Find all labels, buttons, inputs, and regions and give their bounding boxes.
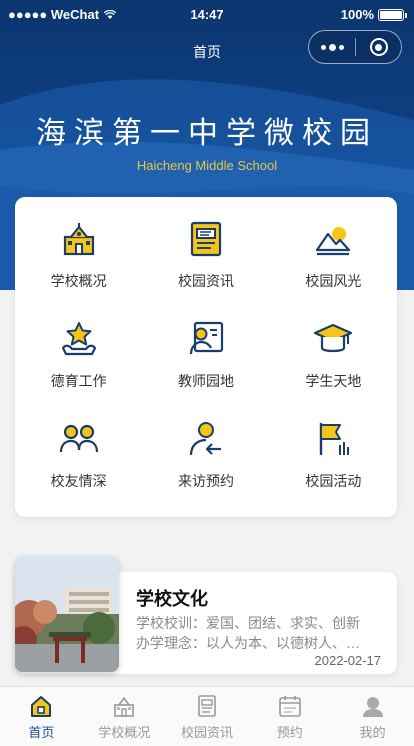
tab-profile[interactable]: 我的 xyxy=(331,687,414,746)
menu-item-label: 教师园地 xyxy=(177,373,234,389)
menu-item-teachers-corner[interactable]: 教师园地 xyxy=(142,319,269,419)
article-date: 2022-02-17 xyxy=(314,653,382,668)
menu-item-label: 德育工作 xyxy=(50,373,107,389)
menu-item-campus-news[interactable]: 校园资讯 xyxy=(142,219,269,319)
tab-label: 预约 xyxy=(276,725,303,740)
campus-photo xyxy=(15,556,119,672)
visitor-icon xyxy=(186,419,226,459)
menu-item-campus-scenery[interactable]: 校园风光 xyxy=(270,219,397,319)
menu-item-label: 校园风光 xyxy=(305,273,362,289)
menu-item-label: 学校概况 xyxy=(50,273,107,289)
more-dot-icon xyxy=(320,44,326,50)
close-miniprogram-button[interactable] xyxy=(356,31,401,63)
battery-percent: 100% xyxy=(340,7,374,22)
calendar-icon xyxy=(277,693,303,719)
target-icon xyxy=(369,38,388,56)
school-culture-card[interactable]: 学校文化 学校校训：爱国、团结、求实、创新 办学理念：以人为本、以德树人、… 2… xyxy=(15,556,397,674)
tab-label: 校园资讯 xyxy=(180,725,233,740)
landscape-icon xyxy=(313,219,353,259)
newspaper-icon xyxy=(194,693,220,719)
article-philosophy: 办学理念：以人为本、以德树人、… xyxy=(136,635,360,651)
status-bar: ●●●●● WeChat 14:47 100% xyxy=(0,0,414,30)
menu-item-student-world[interactable]: 学生天地 xyxy=(270,319,397,419)
tab-label: 学校概况 xyxy=(98,725,151,740)
menu-item-label: 来访预约 xyxy=(177,473,234,489)
feature-menu-card: 学校概况 校园资讯 校园风光 德育工作 教师园地 学生天地 校友情深 来访预约 … xyxy=(15,197,397,517)
more-dot-icon xyxy=(328,43,336,51)
tab-home[interactable]: 首页 xyxy=(0,687,83,746)
flag-icon xyxy=(313,419,353,459)
menu-item-label: 校园活动 xyxy=(305,473,362,489)
newspaper-icon xyxy=(186,219,226,259)
battery-icon xyxy=(378,8,407,21)
graduation-cap-icon xyxy=(313,319,353,359)
menu-item-moral-education[interactable]: 德育工作 xyxy=(15,319,142,419)
school-building-icon xyxy=(59,219,99,259)
home-icon xyxy=(28,693,54,719)
school-name-en: Haicheng Middle School xyxy=(136,158,278,173)
tab-label: 首页 xyxy=(28,725,55,740)
tab-campus-news[interactable]: 校园资讯 xyxy=(166,687,249,746)
menu-item-label: 校友情深 xyxy=(50,473,107,489)
school-name: 海滨第一中学微校园 xyxy=(36,116,378,151)
menu-item-school-overview[interactable]: 学校概况 xyxy=(15,219,142,319)
menu-item-label: 校园资讯 xyxy=(177,273,234,289)
menu-item-visit-booking[interactable]: 来访预约 xyxy=(142,419,269,519)
alumni-icon xyxy=(59,419,99,459)
tab-school-overview[interactable]: 学校概况 xyxy=(83,687,166,746)
menu-item-alumni[interactable]: 校友情深 xyxy=(15,419,142,519)
article-title: 学校文化 xyxy=(136,589,208,609)
teacher-board-icon xyxy=(186,319,226,359)
user-icon xyxy=(360,693,386,719)
menu-item-campus-activities[interactable]: 校园活动 xyxy=(270,419,397,519)
more-dot-icon xyxy=(338,44,344,50)
battery-status: 100% xyxy=(340,7,407,22)
miniprogram-capsule xyxy=(308,30,402,64)
tab-booking[interactable]: 预约 xyxy=(248,687,331,746)
article-motto: 学校校训：爱国、团结、求实、创新 xyxy=(136,615,360,631)
more-menu-button[interactable] xyxy=(309,31,355,63)
school-building-icon xyxy=(111,693,137,719)
bottom-tab-bar: 首页 学校概况 校园资讯 预约 我的 xyxy=(0,686,414,746)
tab-label: 我的 xyxy=(359,725,386,740)
feature-menu-grid: 学校概况 校园资讯 校园风光 德育工作 教师园地 学生天地 校友情深 来访预约 … xyxy=(15,197,397,519)
star-hand-icon xyxy=(59,319,99,359)
menu-item-label: 学生天地 xyxy=(305,373,362,389)
